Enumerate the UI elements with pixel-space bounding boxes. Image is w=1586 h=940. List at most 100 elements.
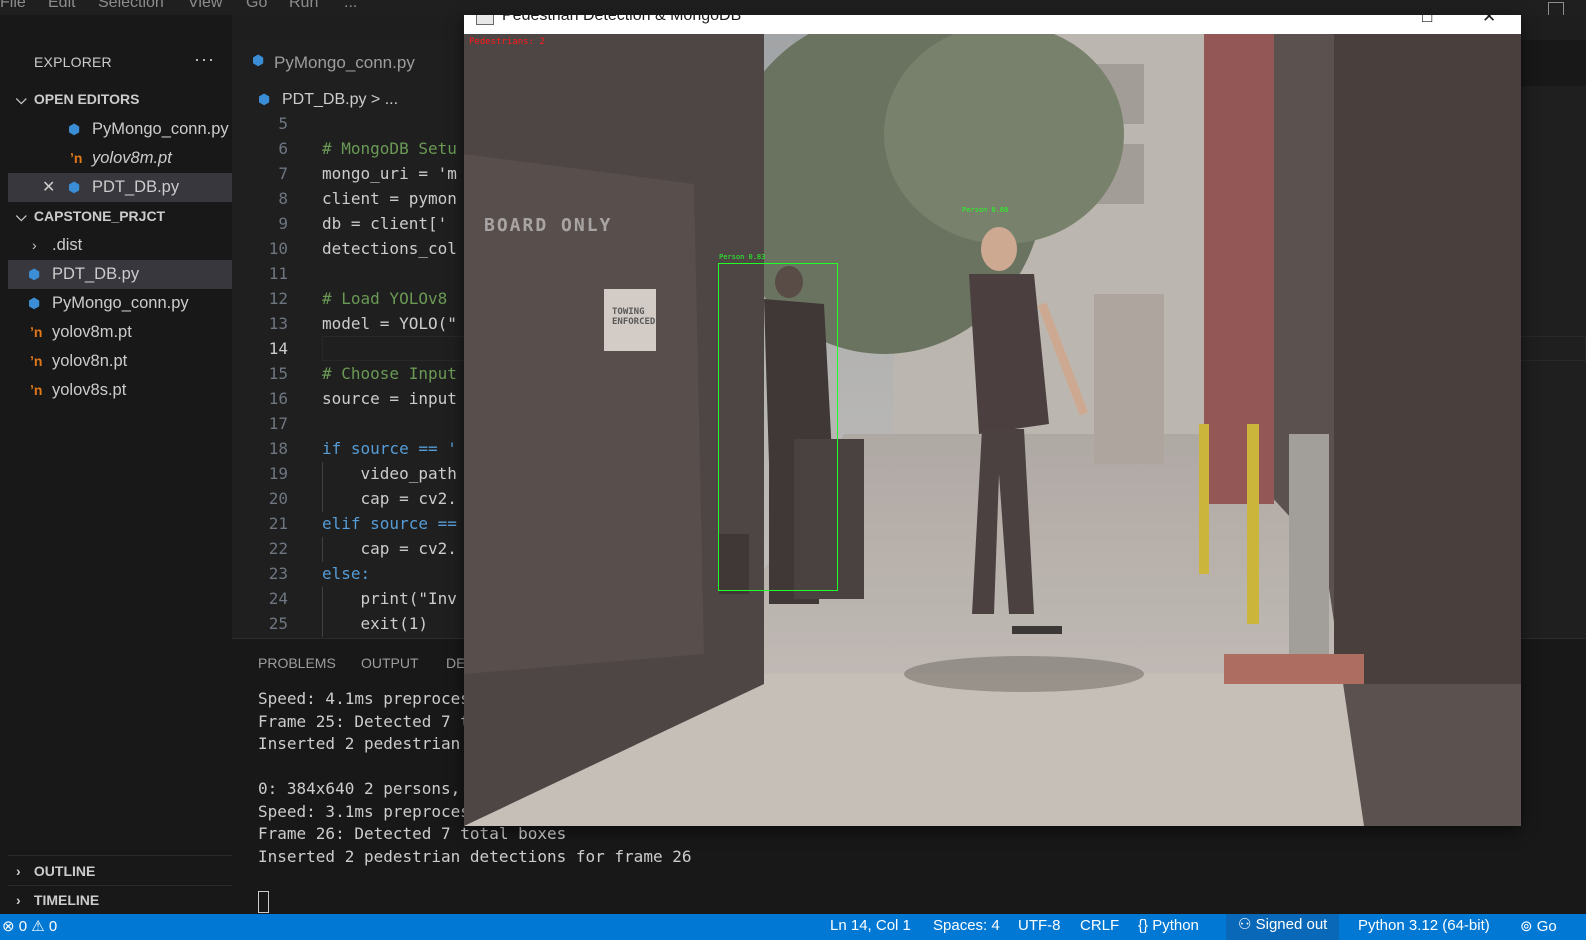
tab-label: PyMongo_conn.py: [274, 53, 415, 72]
terminal-line: Frame 26: Detected 7 total boxes: [258, 824, 567, 843]
menu-file[interactable]: File: [0, 0, 26, 12]
outline-label: OUTLINE: [33, 863, 96, 879]
error-count: 0: [18, 918, 28, 935]
tab-output[interactable]: OUTPUT: [361, 655, 419, 671]
python-file-icon: ⬢: [28, 295, 41, 311]
terminal-line: Speed: 4.1ms preproces: [258, 689, 470, 708]
line-number: 5: [278, 114, 288, 133]
video-window[interactable]: Pedestrian Detection & MongoDB □ ✕ BOARD…: [464, 15, 1521, 826]
tab-debug-console[interactable]: DE: [446, 655, 465, 671]
open-editor-label: PyMongo_conn.py: [92, 120, 229, 138]
timeline-header[interactable]: › TIMELINE: [16, 892, 99, 908]
line-number: 6: [278, 139, 288, 158]
breadcrumb-path[interactable]: PDT_DB.py > ...: [282, 91, 398, 109]
line-number: 18: [268, 439, 288, 458]
account-status[interactable]: ⚇ Signed out: [1226, 914, 1340, 940]
dumpster-sign: BOARD ONLY: [484, 215, 613, 236]
explorer-title: EXPLORER: [34, 54, 112, 70]
python-file-icon: ⬢: [68, 121, 81, 137]
code-line: client = pymon: [322, 189, 457, 208]
warning-icon: ⚠: [31, 918, 45, 935]
menu-run[interactable]: Run: [289, 0, 318, 12]
rss-file-icon: ʼn: [70, 150, 83, 166]
menu-more[interactable]: ...: [344, 0, 357, 12]
code-line: mongo_uri = 'm: [322, 164, 457, 183]
terminal-line: Speed: 3.1ms preproces: [258, 801, 470, 821]
line-number: 8: [278, 189, 288, 208]
chevron-right-icon: ›: [32, 237, 37, 253]
tree-item-file[interactable]: ⬢ PyMongo_conn.py: [8, 289, 232, 318]
toggle-layout-icon[interactable]: [1548, 2, 1564, 15]
outline-header[interactable]: › OUTLINE: [16, 863, 95, 879]
language-label: Python: [1152, 917, 1199, 934]
close-icon[interactable]: ✕: [42, 173, 55, 202]
python-file-icon: ⬢: [68, 179, 81, 195]
code-line: if source == ': [322, 439, 457, 458]
tab-pymongo-conn[interactable]: ⬢ PyMongo_conn.py: [232, 40, 464, 86]
tree-item-file[interactable]: ʼn yolov8s.pt: [8, 376, 232, 405]
activity-bar: [0, 15, 8, 914]
tree-item-label: yolov8n.pt: [52, 352, 128, 370]
tree-item-label: .dist: [52, 236, 83, 254]
open-editor-item[interactable]: ʼn yolov8m.pt: [8, 144, 232, 173]
open-editor-item-active[interactable]: ✕ ⬢ PDT_DB.py: [8, 173, 232, 202]
terminal-line: Inserted 2 pedestrian: [258, 734, 470, 753]
python-file-icon: ⬢: [258, 91, 271, 107]
line-number: 21: [268, 514, 288, 533]
tree-item-file[interactable]: ⬢ PDT_DB.py: [8, 260, 232, 289]
indentation[interactable]: Spaces: 4: [933, 917, 1000, 934]
close-window-icon[interactable]: ✕: [1482, 15, 1496, 27]
menu-selection[interactable]: Selection: [98, 0, 164, 12]
tree-item-file[interactable]: ʼn yolov8m.pt: [8, 318, 232, 347]
problems-indicator[interactable]: ⊗ 0 ⚠ 0: [2, 917, 57, 935]
menu-go[interactable]: Go: [246, 0, 267, 12]
tree-item-folder[interactable]: › .dist: [8, 231, 232, 260]
code-line: detections_col: [322, 239, 457, 258]
open-editors-header[interactable]: ⌵ OPEN EDITORS: [16, 91, 139, 108]
tab-problems[interactable]: PROBLEMS: [258, 655, 336, 671]
window-titlebar[interactable]: Pedestrian Detection & MongoDB □ ✕: [464, 15, 1521, 34]
tree-item-file[interactable]: ʼn yolov8n.pt: [8, 347, 232, 376]
menu-bar: File Edit Selection View Go Run ...: [0, 0, 1586, 15]
line-number: 15: [268, 364, 288, 383]
menu-edit[interactable]: Edit: [48, 0, 76, 12]
chevron-right-icon: ›: [16, 863, 21, 879]
chevron-down-icon: ⌵: [16, 208, 27, 224]
detection-box: [718, 263, 838, 591]
code-line: elif source ==: [322, 514, 457, 533]
encoding[interactable]: UTF-8: [1018, 917, 1061, 934]
menu-view[interactable]: View: [188, 0, 222, 12]
status-bar: ⊗ 0 ⚠ 0 Ln 14, Col 1 Spaces: 4 UTF-8 CRL…: [0, 914, 1586, 940]
line-number: 17: [268, 414, 288, 433]
account-icon: ⚇: [1238, 916, 1252, 933]
code-line: else:: [322, 564, 371, 583]
video-frame: [464, 34, 1521, 826]
open-editor-item[interactable]: ⬢ PyMongo_conn.py: [8, 115, 232, 144]
maximize-icon[interactable]: □: [1422, 15, 1432, 27]
more-actions-icon[interactable]: ···: [194, 49, 215, 70]
code-line: cap = cv2.: [322, 539, 457, 558]
rss-file-icon: ʼn: [30, 382, 43, 398]
line-number: 16: [268, 389, 288, 408]
end-of-line[interactable]: CRLF: [1080, 917, 1119, 934]
chevron-right-icon: ›: [16, 892, 21, 908]
line-number: 19: [268, 464, 288, 483]
window-title: Pedestrian Detection & MongoDB: [502, 15, 742, 24]
project-folder-label: CAPSTONE_PRJCT: [33, 208, 166, 224]
code-line: exit(1): [322, 614, 428, 633]
code-line: cap = cv2.: [322, 489, 457, 508]
timeline-label: TIMELINE: [33, 892, 100, 908]
python-interpreter[interactable]: Python 3.12 (64-bit): [1358, 917, 1490, 934]
line-number: 10: [268, 239, 288, 258]
language-mode[interactable]: {} Python: [1138, 917, 1199, 934]
line-number: 24: [268, 589, 288, 608]
project-folder-header[interactable]: ⌵ CAPSTONE_PRJCT: [16, 208, 165, 225]
line-number: 22: [268, 539, 288, 558]
rss-file-icon: ʼn: [30, 353, 43, 369]
python-file-icon: ⬢: [28, 266, 41, 282]
code-line: print("Inv: [322, 589, 457, 608]
tree-item-label: PyMongo_conn.py: [52, 294, 189, 312]
cursor-position[interactable]: Ln 14, Col 1: [830, 917, 911, 934]
line-number: 12: [268, 289, 288, 308]
go-live[interactable]: ⊚ Go: [1520, 917, 1557, 935]
